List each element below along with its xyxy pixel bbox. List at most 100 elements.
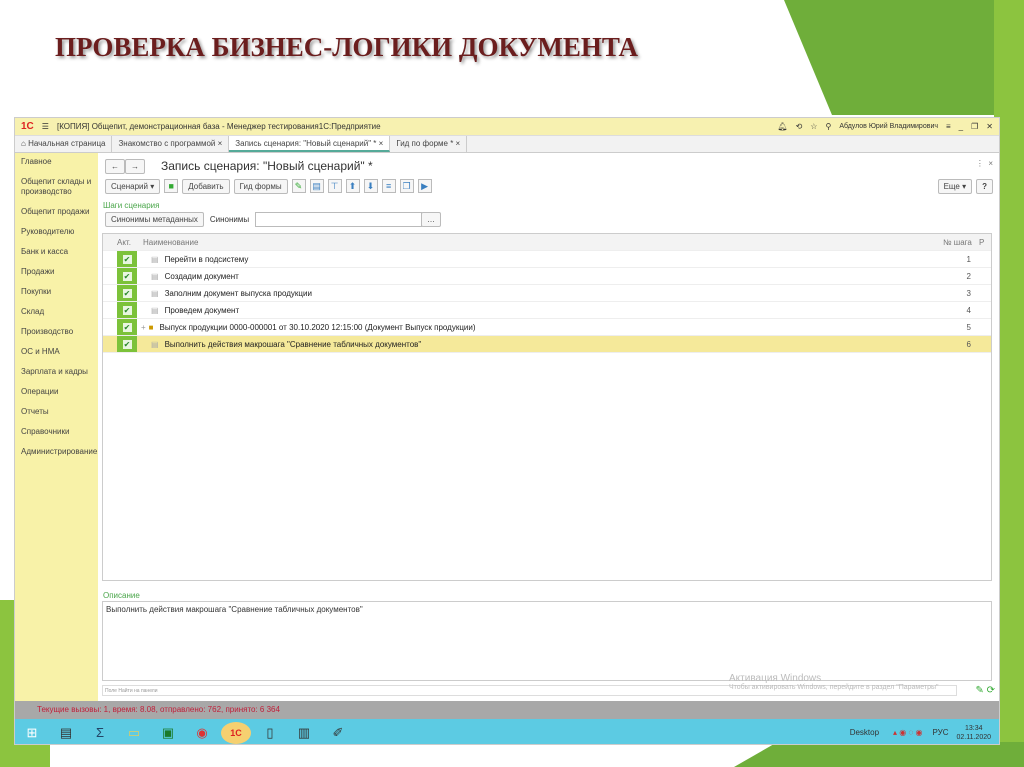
sidebar-item[interactable]: Банк и касса [15,243,98,263]
scenario-menu-button[interactable]: Сценарий ▾ [105,179,161,194]
sidebar-item[interactable]: Продажи [15,263,98,283]
menu-icon[interactable]: ☰ [42,122,49,131]
step-number: 2 [966,271,971,281]
list-icon[interactable]: ≡ [381,179,396,193]
form-area: ← → Запись сценария: "Новый сценарий" * ⋮… [99,153,999,701]
refresh-icon[interactable]: ⟳ [987,685,995,696]
active-checkbox[interactable]: ✔ [117,302,137,318]
status-bar: Текущие вызовы: 1, время: 8.08, отправле… [15,701,999,719]
recycle-icon[interactable]: ▥ [289,722,319,744]
tab-scenario[interactable]: Запись сценария: "Новый сценарий" * × [229,136,391,152]
watermark-title: Активация Windows [729,673,822,684]
edit-icon[interactable]: ✎ [975,685,983,696]
window-icon[interactable]: ❐ [399,179,414,193]
language-indicator[interactable]: РУС [932,728,948,737]
expand-icon[interactable]: + [141,323,146,332]
active-checkbox[interactable]: ✔ [117,336,137,352]
chrome-icon[interactable]: ◉ [187,722,217,744]
group-icon[interactable]: ▤ [309,179,324,193]
server-icon[interactable]: ▤ [51,722,81,744]
tab-intro[interactable]: Знакомство с программой × [112,136,230,152]
active-checkbox[interactable]: ✔ [117,319,137,335]
description-textarea[interactable]: Выполнить действия макрошага "Сравнение … [102,601,992,681]
steps-label: Шаги сценария [103,201,160,210]
user-name[interactable]: Абдулов Юрий Владимирович [839,123,938,130]
paint-icon[interactable]: ✐ [323,722,353,744]
steps-table: Акт. Наименование № шага Р ✔ ▤ Перейти в п… [102,233,992,581]
search-icon[interactable]: ⚲ [825,122,831,131]
table-row[interactable]: ✔ ▤ Заполним документ выпуска продукции 3 [103,285,991,302]
header-step[interactable]: № шага [943,238,979,247]
window-title: [КОПИЯ] Общепит, демонстрационная база -… [56,122,381,131]
restore-button[interactable]: ❐ [971,122,978,131]
clock[interactable]: 13:34 02.11.2020 [956,724,991,742]
synonyms-input[interactable] [255,212,422,227]
header-name[interactable]: Наименование [137,238,943,247]
1c-icon[interactable]: 1С [221,721,251,744]
header-act[interactable]: Акт. [103,238,137,247]
more-button[interactable]: Еще ▾ [937,179,973,194]
table-row[interactable]: ✔ ▤ Выполнить действия макрошага "Сравнени… [103,336,991,353]
back-button[interactable]: ← [105,159,125,174]
tab-home[interactable]: ⌂ Начальная страница [15,136,113,152]
minimize-button[interactable]: _ [959,122,963,131]
step-number: 3 [966,288,971,298]
active-checkbox[interactable]: ✔ [117,268,137,284]
header-r[interactable]: Р [979,238,991,247]
sidebar-item[interactable]: Администрирование [15,443,98,463]
sidebar-item[interactable]: Общепит продажи [15,203,98,223]
create-icon[interactable]: ■ [164,179,179,193]
star-icon[interactable]: ☆ [810,122,817,131]
sidebar-item[interactable]: Главное [15,153,98,173]
active-checkbox[interactable]: ✔ [117,251,137,267]
table-header: Акт. Наименование № шага Р [103,234,991,251]
edit-icon[interactable]: ✎ [291,179,306,193]
sidebar-item[interactable]: Справочники [15,423,98,443]
powershell-icon[interactable]: Σ [85,722,115,744]
explorer-icon[interactable]: ▭ [119,722,149,744]
synonyms-metadata-button[interactable]: Синонимы метаданных [105,212,204,227]
home-icon: ⌂ [21,139,29,148]
form-controls[interactable]: ⋮ × [976,159,993,168]
table-row[interactable]: ✔ ▤ Перейти в подсистему 1 [103,251,991,268]
step-name: Создадим документ [164,271,239,281]
notepad-icon[interactable]: ▯ [255,722,285,744]
move-up-icon[interactable]: ⬆ [345,179,360,193]
desktop-toolbar[interactable]: Desktop [850,728,879,737]
step-icon: ▤ [151,305,159,315]
sidebar-item[interactable]: Покупки [15,283,98,303]
sidebar-item[interactable]: Операции [15,383,98,403]
close-button[interactable]: ✕ [986,122,993,131]
sidebar-item[interactable]: Склад [15,303,98,323]
nav-buttons: ← → [105,159,145,174]
insert-icon[interactable]: ⊤ [327,179,342,193]
active-checkbox[interactable]: ✔ [117,285,137,301]
table-row[interactable]: ✔ + ■ Выпуск продукции 0000-000001 от 30.10… [103,319,991,336]
sidebar: Главное Общепит склады и производство Об… [15,153,98,701]
watermark-text: Чтобы активировать Windows, перейдите в … [729,684,939,691]
step-name: Проведем документ [164,305,240,315]
step-name: Перейти в подсистему [164,254,249,264]
sidebar-item[interactable]: Производство [15,323,98,343]
sidebar-item[interactable]: Руководителю [15,223,98,243]
table-row[interactable]: ✔ ▤ Проведем документ 4 [103,302,991,319]
guide-button[interactable]: Гид формы [233,179,288,194]
forward-button[interactable]: → [125,159,145,174]
sidebar-item[interactable]: Общепит склады и производство [15,173,98,203]
add-button[interactable]: Добавить [182,179,230,194]
tab-guide[interactable]: Гид по форме * × [390,136,468,152]
excel-icon[interactable]: ▣ [153,722,183,744]
sidebar-item[interactable]: Зарплата и кадры [15,363,98,383]
sidebar-item[interactable]: ОС и НМА [15,343,98,363]
settings-icon[interactable]: ≡ [946,122,951,131]
help-button[interactable]: ? [976,179,993,194]
run-icon[interactable]: ▶ [417,179,432,193]
synonyms-select-button[interactable]: … [421,212,441,227]
bell-icon[interactable]: 🔔︎ [777,122,787,131]
sidebar-item[interactable]: Отчеты [15,403,98,423]
move-down-icon[interactable]: ⬇ [363,179,378,193]
history-icon[interactable]: ⟲ [796,122,803,131]
tray-icons[interactable]: ▴ ◉ ◌ ◉ [893,728,922,737]
table-row[interactable]: ✔ ▤ Создадим документ 2 [103,268,991,285]
start-icon[interactable]: ⊞ [17,722,47,744]
